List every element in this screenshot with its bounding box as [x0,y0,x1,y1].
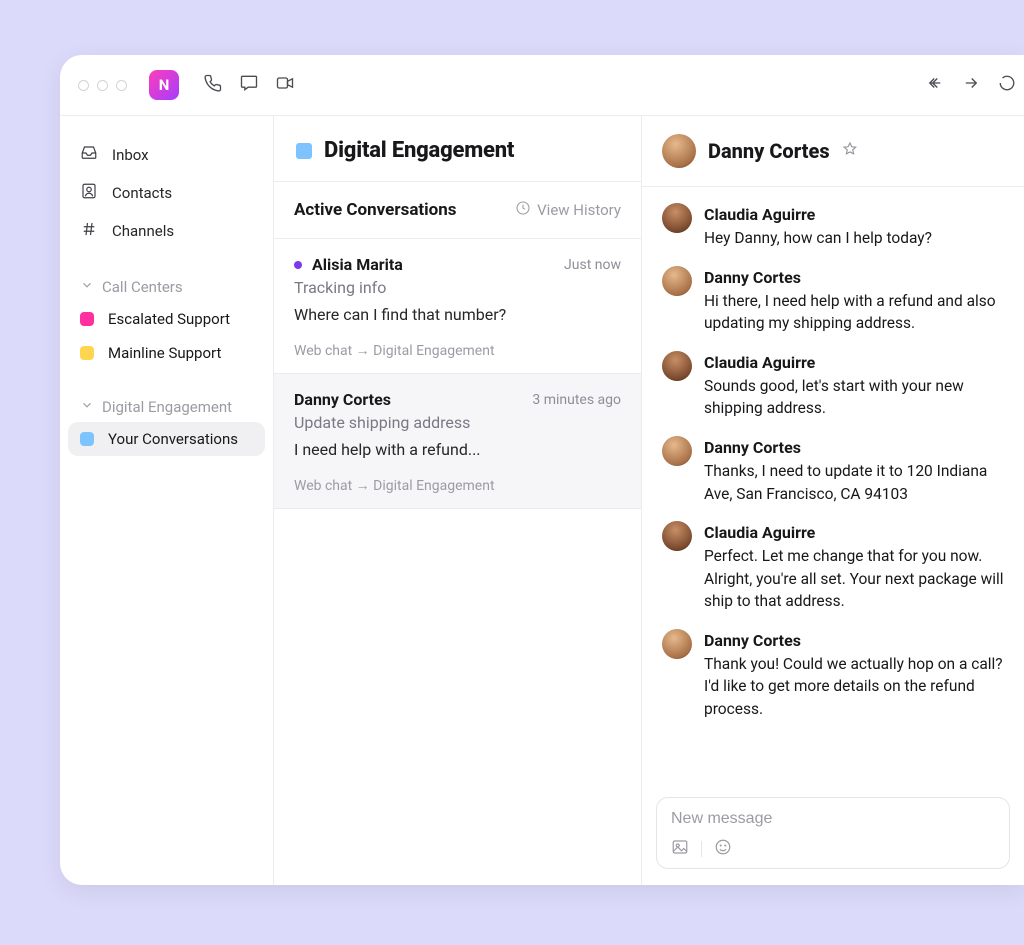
message-text: Thank you! Could we actually hop on a ca… [704,653,1004,720]
sidebar-item[interactable]: Your Conversations [68,422,265,456]
sidebar-section-title: Digital Engagement [102,398,232,416]
message-sender: Danny Cortes [704,436,1004,459]
message: Danny CortesThank you! Could we actually… [662,629,1004,721]
page-title: Digital Engagement [324,138,514,163]
contacts-icon [80,182,98,204]
message-text: Hi there, I need help with a refund and … [704,290,1004,335]
sidebar-item[interactable]: Mainline Support [68,336,265,370]
color-swatch-icon [80,312,94,326]
message-input[interactable] [671,810,995,828]
message-text: Perfect. Let me change that for you now.… [704,545,1004,612]
color-swatch-icon [80,346,94,360]
sidebar-item-contacts[interactable]: Contacts [68,174,265,212]
conversation-name: Alisia Marita [312,255,403,274]
sidebar: Inbox Contacts Channels Call Centers Esca… [60,116,274,885]
sidebar-item-label: Contacts [112,184,172,202]
message-sender: Claudia Aguirre [704,203,932,226]
message: Claudia AguirreHey Danny, how can I help… [662,203,1004,250]
image-icon[interactable] [671,838,689,860]
message-avatar [662,436,692,466]
star-icon[interactable] [842,141,858,161]
sidebar-section-header[interactable]: Digital Engagement [68,392,265,422]
clock-icon [515,200,531,220]
chat-pane: Danny Cortes Claudia AguirreHey Danny, h… [642,116,1024,885]
sidebar-item-label: Inbox [112,146,149,164]
page-header: Digital Engagement [274,116,641,182]
traffic-lights [78,80,127,91]
back-icon[interactable] [926,74,944,96]
sidebar-item-label: Channels [112,222,174,240]
sidebar-item[interactable]: Escalated Support [68,302,265,336]
message-sender: Danny Cortes [704,266,1004,289]
message-avatar [662,203,692,233]
composer [656,797,1010,869]
refresh-icon[interactable] [998,74,1006,96]
message: Danny CortesThanks, I need to update it … [662,436,1004,505]
traffic-minimize-icon[interactable] [97,80,108,91]
chevron-down-icon [80,278,94,296]
messages-list: Claudia AguirreHey Danny, how can I help… [642,187,1024,789]
message-avatar [662,351,692,381]
divider [701,841,702,857]
view-history-label: View History [537,201,621,219]
message-avatar [662,521,692,551]
sidebar-section-header[interactable]: Call Centers [68,272,265,302]
traffic-close-icon[interactable] [78,80,89,91]
chat-header: Danny Cortes [642,116,1024,187]
conversation-snippet: I need help with a refund... [294,440,621,459]
conversation-time: Just now [564,257,621,273]
message-sender: Claudia Aguirre [704,351,1004,374]
message-text: Sounds good, let's start with your new s… [704,375,1004,420]
app-window: N Inbox Contacts Channels [60,55,1024,885]
conversation-snippet: Where can I find that number? [294,305,621,324]
conversation-name: Danny Cortes [294,390,391,409]
hash-icon [80,220,98,242]
message: Claudia AguirreSounds good, let's start … [662,351,1004,420]
conversation-time: 3 minutes ago [532,392,621,408]
conversations-list-header: Active Conversations View History [274,182,641,239]
conversation-subject: Update shipping address [294,413,621,432]
inbox-icon [80,144,98,166]
sidebar-item-inbox[interactable]: Inbox [68,136,265,174]
message-sender: Danny Cortes [704,629,1004,652]
message-sender: Claudia Aguirre [704,521,1004,544]
sidebar-item-label: Escalated Support [108,310,230,328]
sidebar-item-label: Mainline Support [108,344,221,362]
chat-avatar [662,134,696,168]
message-icon[interactable] [239,73,259,97]
video-icon[interactable] [275,73,295,97]
sidebar-section-title: Call Centers [102,278,183,296]
conversation-path: Web chat → Digital Engagement [294,477,621,494]
conversations-pane: Digital Engagement Active Conversations … [274,116,642,885]
unread-dot-icon [294,261,302,269]
message-avatar [662,266,692,296]
page-swatch-icon [296,143,312,159]
view-history-button[interactable]: View History [515,200,621,220]
conversation-path: Web chat → Digital Engagement [294,342,621,359]
message: Claudia AguirrePerfect. Let me change th… [662,521,1004,613]
color-swatch-icon [80,432,94,446]
chevron-down-icon [80,398,94,416]
app-logo-icon: N [149,70,179,100]
conversation-item[interactable]: Danny Cortes 3 minutes ago Update shipping… [274,374,641,509]
traffic-zoom-icon[interactable] [116,80,127,91]
message-text: Hey Danny, how can I help today? [704,227,932,249]
forward-icon[interactable] [962,74,980,96]
conversation-subject: Tracking info [294,278,621,297]
emoji-icon[interactable] [714,838,732,860]
message: Danny CortesHi there, I need help with a… [662,266,1004,335]
sidebar-item-label: Your Conversations [108,430,238,448]
chat-contact-name: Danny Cortes [708,139,830,163]
phone-icon[interactable] [203,73,223,97]
message-avatar [662,629,692,659]
active-conversations-title: Active Conversations [294,200,457,220]
message-text: Thanks, I need to update it to 120 India… [704,460,1004,505]
titlebar: N [60,55,1024,115]
sidebar-item-channels[interactable]: Channels [68,212,265,250]
conversation-item[interactable]: Alisia Marita Just now Tracking info Where … [274,239,641,374]
